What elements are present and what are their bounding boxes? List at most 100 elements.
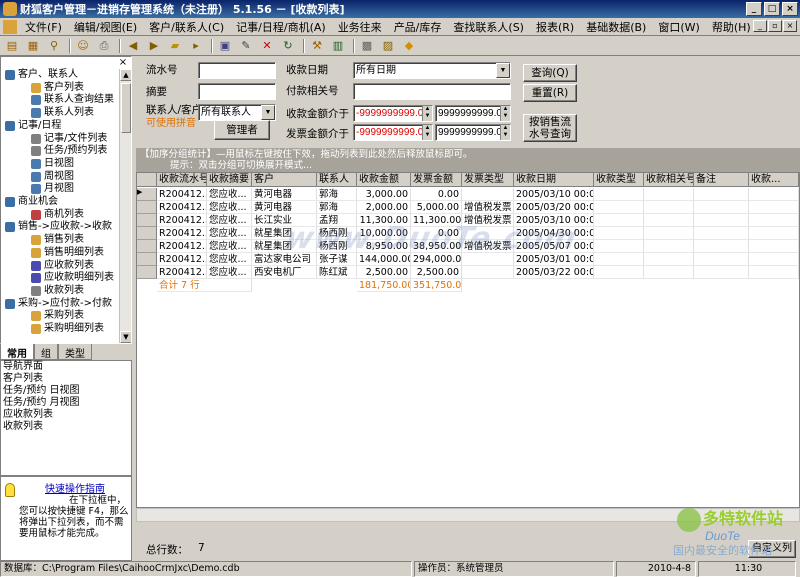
user-icon[interactable]: ☺ bbox=[74, 38, 92, 54]
table-cell[interactable] bbox=[594, 266, 644, 279]
table-cell[interactable]: 您应收... bbox=[207, 266, 252, 279]
table-cell[interactable] bbox=[644, 253, 694, 266]
menu-base-data[interactable]: 基础数据(B) bbox=[580, 19, 652, 35]
table-cell[interactable]: 您应收... bbox=[207, 253, 252, 266]
document-icon[interactable] bbox=[3, 19, 17, 34]
invoice-min-input[interactable]: -9999999999.0 ▲ ▼ bbox=[353, 124, 433, 141]
mdi-minimize-button[interactable]: _ bbox=[753, 20, 767, 32]
print-icon[interactable]: ⎙ bbox=[95, 38, 113, 54]
column-header[interactable]: 收款日期 bbox=[514, 173, 594, 187]
image-icon[interactable]: ▨ bbox=[379, 38, 397, 54]
tools-icon[interactable]: ⚒ bbox=[308, 38, 326, 54]
chevron-down-icon[interactable]: ▼ bbox=[261, 105, 275, 120]
column-header[interactable]: 收款相关号 bbox=[644, 173, 694, 187]
table-cell[interactable]: R200412... bbox=[157, 201, 207, 214]
row-selector[interactable] bbox=[137, 253, 157, 266]
spin-icon[interactable]: ▲ ▼ bbox=[500, 106, 510, 121]
table-cell[interactable] bbox=[462, 188, 514, 201]
table-cell[interactable]: 陈红斌 bbox=[317, 266, 357, 279]
tab-common[interactable]: 常用 bbox=[0, 344, 34, 360]
tree-item[interactable]: 应收款列表 bbox=[31, 260, 94, 272]
table-cell[interactable]: 2,000.00 bbox=[357, 201, 411, 214]
table-cell[interactable] bbox=[694, 253, 749, 266]
row-selector[interactable] bbox=[137, 201, 157, 214]
table-cell[interactable]: R200412... bbox=[157, 214, 207, 227]
column-header[interactable]: 客户 bbox=[252, 173, 317, 187]
spin-icon[interactable]: ▲ ▼ bbox=[500, 125, 510, 140]
amount-max-input[interactable]: 9999999999.0 ▲ ▼ bbox=[435, 105, 511, 122]
list-icon[interactable]: ▦ bbox=[24, 38, 42, 54]
table-cell[interactable]: 2005/03/20 00:00 bbox=[514, 201, 594, 214]
tree-item[interactable]: 联系人查询结果 bbox=[31, 94, 114, 106]
column-header[interactable]: 收款... bbox=[749, 173, 799, 187]
amount-min-input[interactable]: -9999999999.0 ▲ ▼ bbox=[353, 105, 433, 122]
refresh-icon[interactable]: ↻ bbox=[279, 38, 297, 54]
table-cell[interactable] bbox=[749, 214, 799, 227]
row-selector[interactable]: ▶ bbox=[137, 188, 157, 201]
tree-item[interactable]: 商机列表 bbox=[31, 209, 84, 221]
row-selector[interactable] bbox=[137, 227, 157, 240]
table-cell[interactable] bbox=[644, 214, 694, 227]
column-header[interactable]: 发票类型 bbox=[462, 173, 514, 187]
tree-item[interactable]: 采购明细列表 bbox=[31, 323, 104, 335]
table-cell[interactable] bbox=[594, 201, 644, 214]
table-cell[interactable]: R200412... bbox=[157, 188, 207, 201]
table-cell[interactable]: R200412... bbox=[157, 266, 207, 279]
table-cell[interactable]: 2005/03/10 00:00 bbox=[514, 188, 594, 201]
table-cell[interactable] bbox=[694, 240, 749, 253]
row-selector[interactable] bbox=[137, 266, 157, 279]
table-cell[interactable] bbox=[694, 266, 749, 279]
edit-icon[interactable]: ✎ bbox=[237, 38, 255, 54]
menu-help[interactable]: 帮助(H) bbox=[706, 19, 757, 35]
spin-icon[interactable]: ▲ ▼ bbox=[422, 106, 432, 121]
table-cell[interactable]: 您应收... bbox=[207, 201, 252, 214]
custom-columns-button[interactable]: 自定义列 bbox=[748, 540, 796, 558]
menu-business[interactable]: 业务往来 bbox=[332, 19, 388, 35]
chevron-down-icon[interactable]: ▼ bbox=[496, 63, 510, 78]
export-icon[interactable]: ▸ bbox=[187, 38, 205, 54]
diamond-icon[interactable]: ◆ bbox=[400, 38, 418, 54]
tree-item[interactable]: 应收款明细列表 bbox=[31, 272, 114, 284]
table-cell[interactable]: 郭海 bbox=[317, 201, 357, 214]
column-header[interactable]: 收款类型 bbox=[594, 173, 644, 187]
sales-serial-query-button[interactable]: 按销售流水号查询 bbox=[523, 114, 577, 142]
table-cell[interactable]: 2,500.00 bbox=[357, 266, 411, 279]
maximize-button[interactable]: □ bbox=[764, 2, 780, 16]
tree-item[interactable]: 记事/文件列表 bbox=[31, 133, 107, 145]
tree-item[interactable]: 商业机会 bbox=[5, 196, 58, 208]
table-cell[interactable] bbox=[462, 266, 514, 279]
group-hint-bar[interactable]: 【加序分组统计】—用鼠标左键按住下效，拖动列表到此处然后释放鼠标即可。 提示：双… bbox=[136, 148, 800, 172]
column-header[interactable]: 收款流水号 bbox=[157, 173, 207, 187]
menu-products[interactable]: 产品/库存 bbox=[388, 19, 448, 35]
grid-hscrollbar[interactable] bbox=[136, 508, 800, 522]
table-cell[interactable]: 您应收... bbox=[207, 214, 252, 227]
table-cell[interactable] bbox=[644, 201, 694, 214]
table-cell[interactable] bbox=[694, 188, 749, 201]
quick-item[interactable]: 任务/预约 月视图 bbox=[1, 397, 131, 409]
table-cell[interactable] bbox=[694, 227, 749, 240]
table-cell[interactable] bbox=[594, 227, 644, 240]
tree-item[interactable]: 记事/日程 bbox=[5, 120, 61, 132]
menu-reports[interactable]: 报表(R) bbox=[530, 19, 580, 35]
tree-close-icon[interactable]: × bbox=[117, 58, 129, 69]
column-header[interactable]: 联系人 bbox=[317, 173, 357, 187]
tree-item[interactable]: 日视图 bbox=[31, 158, 74, 170]
table-cell[interactable] bbox=[694, 201, 749, 214]
table-cell[interactable]: 西安电机厂 bbox=[252, 266, 317, 279]
tree-item[interactable]: 采购->应付款->付款 bbox=[5, 298, 112, 310]
table-cell[interactable] bbox=[644, 227, 694, 240]
table-cell[interactable]: 3,000.00 bbox=[357, 188, 411, 201]
related-input[interactable] bbox=[353, 83, 511, 100]
tree-item[interactable]: 周视图 bbox=[31, 171, 74, 183]
table-cell[interactable] bbox=[749, 253, 799, 266]
table-cell[interactable] bbox=[749, 201, 799, 214]
reset-button[interactable]: 重置(R) bbox=[523, 84, 577, 102]
tree-item[interactable]: 任务/预约列表 bbox=[31, 145, 107, 157]
column-header[interactable]: 收款金额 bbox=[357, 173, 411, 187]
table-cell[interactable] bbox=[594, 253, 644, 266]
quick-item[interactable]: 客户列表 bbox=[1, 373, 131, 385]
tree-item[interactable]: 采购列表 bbox=[31, 310, 84, 322]
tree-item[interactable]: 收款列表 bbox=[31, 285, 84, 297]
column-header[interactable]: 收款摘要 bbox=[207, 173, 252, 187]
folder-icon[interactable]: ▰ bbox=[166, 38, 184, 54]
